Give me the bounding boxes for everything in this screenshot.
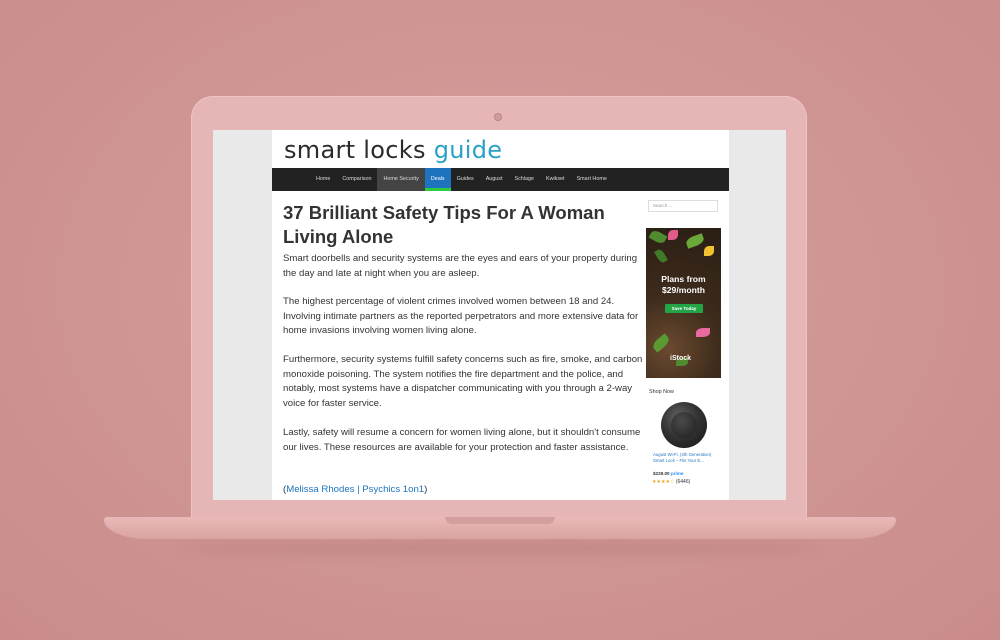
- web-page: smart locks guide Home Comparison Home S…: [272, 130, 729, 500]
- flower-decoration: [704, 246, 714, 256]
- nav-item-guides[interactable]: Guides: [451, 168, 480, 191]
- nav-item-smart-home[interactable]: Smart Home: [571, 168, 613, 191]
- flower-decoration: [668, 230, 678, 240]
- search-input[interactable]: Search ...: [648, 200, 718, 212]
- nav-item-schlage[interactable]: Schlage: [509, 168, 540, 191]
- flower-decoration: [696, 328, 710, 337]
- article-credit: (Melissa Rhodes | Psychics 1on1): [283, 484, 427, 495]
- leaf-decoration: [648, 228, 668, 246]
- article-paragraph-2: The highest percentage of violent crimes…: [283, 296, 639, 337]
- article-title: 37 Brilliant Safety Tips For A Woman Liv…: [283, 202, 605, 247]
- nav-item-kwikset[interactable]: Kwikset: [540, 168, 571, 191]
- product-price: $229.00 prime: [653, 471, 683, 476]
- leaf-decoration: [684, 233, 706, 249]
- leaf-decoration: [654, 247, 668, 265]
- price-value: $229.00: [653, 471, 670, 476]
- article-paragraph-4: Lastly, safety will resume a concern for…: [283, 427, 641, 453]
- istock-ad-banner[interactable]: Plans from $29/month Save Today iStock: [646, 228, 721, 378]
- smart-lock-product-image[interactable]: [661, 402, 707, 448]
- webcam-icon: [494, 113, 502, 121]
- star-rating-icon: ★★★★☆: [652, 479, 675, 485]
- ad-save-today-button[interactable]: Save Today: [665, 304, 703, 313]
- main-nav: Home Comparison Home Security Deals Guid…: [272, 168, 729, 191]
- lock-face: [671, 412, 697, 438]
- product-rating[interactable]: ★★★★☆ (6446): [652, 479, 690, 485]
- ad-brand-logo: iStock: [670, 355, 692, 362]
- nav-item-home-security[interactable]: Home Security: [377, 168, 425, 191]
- shop-now-label: Shop Now: [649, 389, 674, 395]
- nav-item-deals[interactable]: Deals: [424, 168, 451, 191]
- laptop-shadow: [180, 542, 820, 554]
- logo-word-smart-locks: smart locks: [284, 136, 426, 164]
- article-paragraph-3: Furthermore, security systems fulfill sa…: [283, 354, 643, 409]
- laptop-screen: smart locks guide Home Comparison Home S…: [213, 130, 786, 500]
- nav-item-comparison[interactable]: Comparison: [336, 168, 377, 191]
- leaf-decoration: [650, 333, 672, 353]
- ad-headline: Plans from $29/month: [661, 274, 706, 295]
- nav-item-home[interactable]: Home: [310, 168, 336, 191]
- prime-badge: prime: [670, 471, 684, 476]
- nav-item-august[interactable]: August: [480, 168, 509, 191]
- logo-word-guide: guide: [433, 136, 503, 164]
- credit-link[interactable]: Melissa Rhodes | Psychics 1on1: [286, 484, 424, 495]
- review-count: (6446): [675, 479, 691, 485]
- credit-close-paren: ): [424, 484, 428, 495]
- product-title-link[interactable]: August Wi-Fi, (4th Generation) Smart Loc…: [653, 452, 723, 464]
- site-logo[interactable]: smart locks guide: [284, 136, 502, 164]
- article-paragraph-1: Smart doorbells and security systems are…: [283, 253, 638, 279]
- laptop-notch: [445, 517, 555, 524]
